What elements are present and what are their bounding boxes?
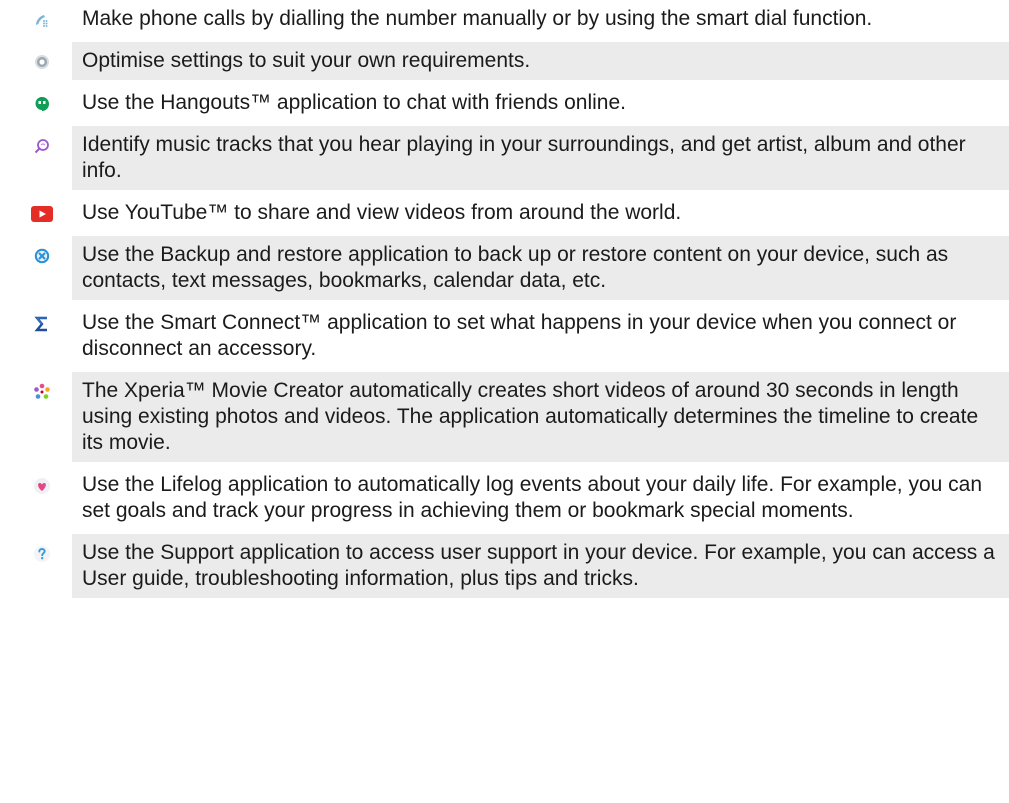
app-description: Identify music tracks that you hear play… (72, 126, 1009, 190)
app-row-smart-connect: Use the Smart Connect™ application to se… (0, 304, 1009, 368)
app-row-backup: Use the Backup and restore application t… (0, 236, 1009, 300)
hangouts-icon (33, 95, 51, 113)
app-row-phone: Make phone calls by dialling the number … (0, 0, 1009, 38)
youtube-icon (30, 205, 54, 223)
lifelog-icon (33, 477, 51, 495)
app-row-support: Use the Support application to access us… (0, 534, 1009, 598)
app-description: Use the Lifelog application to automatic… (82, 473, 983, 522)
movie-creator-icon (33, 383, 51, 401)
app-row-music-id: Identify music tracks that you hear play… (0, 126, 1009, 190)
app-description-table: Make phone calls by dialling the number … (0, 0, 1009, 602)
app-description: The Xperia™ Movie Creator automatically … (72, 372, 1009, 462)
music-recognition-icon (33, 137, 51, 155)
app-description: Use the Smart Connect™ application to se… (82, 311, 957, 360)
app-description: Use YouTube™ to share and view videos fr… (82, 201, 682, 224)
support-icon (33, 545, 51, 563)
app-row-youtube: Use YouTube™ to share and view videos fr… (0, 194, 1009, 232)
app-description: Use the Hangouts™ application to chat wi… (82, 91, 626, 114)
app-row-hangouts: Use the Hangouts™ application to chat wi… (0, 84, 1009, 122)
app-description: Use the Support application to access us… (72, 534, 1009, 598)
settings-icon (33, 53, 51, 71)
phone-dialer-icon (33, 11, 51, 29)
app-description: Make phone calls by dialling the number … (82, 7, 873, 30)
backup-restore-icon (33, 247, 51, 265)
smart-connect-icon (33, 315, 51, 333)
app-description: Use the Backup and restore application t… (72, 236, 1009, 300)
app-description: Optimise settings to suit your own requi… (72, 42, 1009, 80)
app-row-lifelog: Use the Lifelog application to automatic… (0, 466, 1009, 530)
app-row-movie-creator: The Xperia™ Movie Creator automatically … (0, 372, 1009, 462)
app-row-settings: Optimise settings to suit your own requi… (0, 42, 1009, 80)
